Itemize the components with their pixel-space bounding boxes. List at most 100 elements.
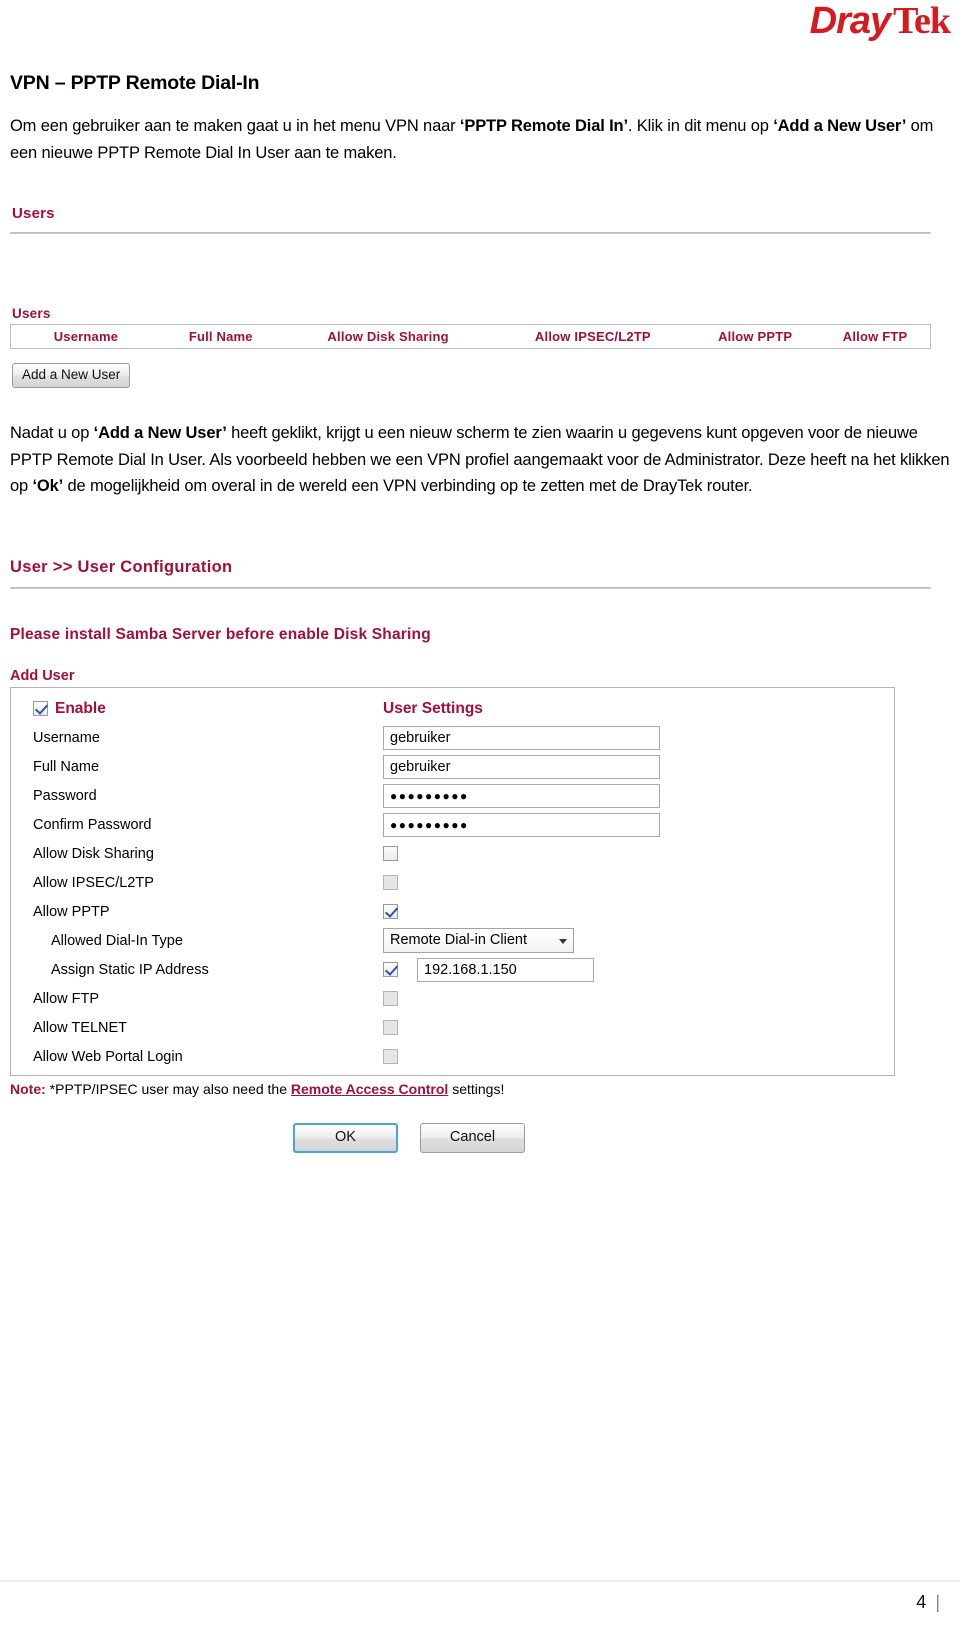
form-row-allow-web-portal-login: Allow Web Portal Login — [11, 1042, 894, 1071]
allowed-dial-in-type-label: Allowed Dial-In Type — [51, 932, 183, 949]
allow-telnet-control — [383, 1020, 417, 1035]
allow-telnet-checkbox[interactable] — [383, 1020, 398, 1035]
remote-access-control-link[interactable]: Remote Access Control — [291, 1081, 448, 1097]
enable-checkbox[interactable] — [33, 701, 48, 716]
allow-telnet-slot — [383, 1020, 417, 1035]
ok-button[interactable]: OK — [293, 1123, 398, 1154]
explanation-paragraph: Nadat u op ‘Add a New User’ heeft geklik… — [10, 420, 950, 500]
assign-static-ip-checkbox[interactable] — [383, 962, 398, 977]
footer-divider — [0, 1580, 960, 1582]
allow-telnet-label: Allow TELNET — [33, 1019, 128, 1036]
users-table: Username Full Name Allow Disk Sharing Al… — [10, 324, 931, 349]
allow-web-portal-login-slot — [383, 1049, 417, 1064]
password-control: ●●●●●●●●● — [383, 783, 660, 808]
page-number: 4 — [916, 1592, 927, 1612]
samba-warning: Please install Samba Server before enabl… — [10, 626, 431, 643]
col-full-name: Full Name — [188, 329, 253, 344]
allow-pptp-control — [383, 904, 417, 919]
allow-ftp-control — [383, 991, 417, 1006]
allow-ipsec-l2tp-label: Allow IPSEC/L2TP — [33, 874, 154, 891]
form-row-allowed-dial-in-type: Allowed Dial-In Type Remote Dial-in Clie… — [11, 926, 894, 955]
note-prefix: Note: — [10, 1081, 46, 1097]
assign-static-ip-label: Assign Static IP Address — [51, 961, 209, 978]
allowed-dial-in-type-value: Remote Dial-in Client — [390, 932, 527, 948]
add-a-new-user-button[interactable]: Add a New User — [12, 363, 131, 389]
col-allow-pptp: Allow PPTP — [718, 329, 793, 344]
breadcrumb-divider — [10, 587, 931, 589]
form-row-allow-telnet: Allow TELNET — [11, 1013, 894, 1042]
expl-seg-1: Nadat u op — [10, 424, 94, 442]
user-settings-header: User Settings — [383, 699, 483, 717]
password-input[interactable]: ●●●●●●●●● — [383, 783, 660, 808]
form-note: Note: *PPTP/IPSEC user may also need the… — [10, 1081, 935, 1097]
intro-paragraph: Om een gebruiker aan te maken gaat u in … — [10, 113, 950, 166]
form-row-full-name: Full Name gebruiker — [11, 752, 894, 781]
form-row-assign-static-ip: Assign Static IP Address 192.168.1.150 — [11, 955, 894, 984]
username-control: gebruiker — [383, 725, 660, 750]
form-row-enable: Enable User Settings — [11, 694, 894, 723]
intro-bold-1: ‘PPTP Remote Dial In’ — [459, 117, 628, 136]
chevron-down-icon — [559, 939, 567, 944]
form-row-allow-ftp: Allow FTP — [11, 984, 894, 1013]
note-text-2: settings! — [448, 1081, 505, 1097]
col-allow-ipsec-l2tp: Allow IPSEC/L2TP — [534, 329, 651, 344]
form-row-allow-ipsec-l2tp: Allow IPSEC/L2TP — [11, 868, 894, 897]
enable-label-group: Enable — [33, 700, 383, 718]
form-row-allow-disk-sharing: Allow Disk Sharing — [11, 839, 894, 868]
col-allow-disk-sharing: Allow Disk Sharing — [327, 329, 449, 344]
add-user-panel-label: Add User — [10, 668, 75, 684]
form-row-allow-pptp: Allow PPTP — [11, 897, 894, 926]
username-input[interactable]: gebruiker — [383, 725, 660, 750]
form-row-username: Username gebruiker — [11, 723, 894, 752]
allow-ftp-checkbox[interactable] — [383, 991, 398, 1006]
allow-disk-sharing-label: Allow Disk Sharing — [33, 845, 154, 862]
cancel-button[interactable]: Cancel — [420, 1123, 525, 1154]
allow-pptp-label: Allow PPTP — [33, 903, 110, 920]
col-username: Username — [53, 329, 119, 344]
enable-label: Enable — [55, 699, 106, 717]
assign-static-ip-slot — [383, 962, 417, 977]
form-button-row: OK Cancel — [10, 1123, 935, 1154]
allow-web-portal-login-control — [383, 1049, 417, 1064]
user-configuration-screenshot: User >> User Configuration Please instal… — [10, 558, 935, 1154]
page-number-bar: | — [935, 1592, 940, 1612]
password-label: Password — [33, 787, 97, 804]
allowed-dial-in-type-select[interactable]: Remote Dial-in Client — [383, 928, 574, 953]
confirm-password-control: ●●●●●●●●● — [383, 812, 660, 837]
allow-disk-sharing-checkbox[interactable] — [383, 846, 398, 861]
assign-static-ip-control: 192.168.1.150 — [383, 957, 594, 982]
allowed-dial-in-type-control: Remote Dial-in Client — [383, 928, 574, 953]
allow-ipsec-l2tp-checkbox[interactable] — [383, 875, 398, 890]
breadcrumb: User >> User Configuration — [10, 558, 233, 576]
explanation-paragraph-wrap: Nadat u op ‘Add a New User’ heeft geklik… — [10, 420, 950, 500]
allow-web-portal-login-checkbox[interactable] — [383, 1049, 398, 1064]
users-section-label: Users — [12, 306, 51, 321]
col-allow-ftp: Allow FTP — [842, 329, 908, 344]
allow-disk-sharing-control — [383, 846, 417, 861]
document-body: VPN – PPTP Remote Dial-In Om een gebruik… — [10, 0, 950, 167]
expl-bold-1: ‘Add a New User’ — [93, 424, 227, 442]
users-table-header-row: Username Full Name Allow Disk Sharing Al… — [11, 325, 930, 348]
assign-static-ip-input[interactable]: 192.168.1.150 — [417, 957, 594, 982]
form-row-password: Password ●●●●●●●●● — [11, 781, 894, 810]
expl-bold-2: ‘Ok’ — [32, 477, 64, 496]
username-label: Username — [33, 729, 100, 746]
allow-pptp-slot — [383, 904, 417, 919]
users-heading-divider — [10, 232, 931, 234]
add-user-form-panel: Enable User Settings Username gebruiker … — [10, 687, 895, 1076]
page-title: VPN – PPTP Remote Dial-In — [10, 72, 260, 94]
intro-seg-1: Om een gebruiker aan te maken gaat u in … — [10, 117, 460, 136]
allow-web-portal-login-label: Allow Web Portal Login — [33, 1048, 183, 1065]
full-name-input[interactable]: gebruiker — [383, 754, 660, 779]
full-name-control: gebruiker — [383, 754, 660, 779]
allow-pptp-checkbox[interactable] — [383, 904, 398, 919]
confirm-password-input[interactable]: ●●●●●●●●● — [383, 812, 660, 837]
allow-ftp-label: Allow FTP — [33, 990, 100, 1007]
allow-ipsec-l2tp-slot — [383, 875, 417, 890]
page-number-wrap: 4 | — [916, 1592, 940, 1613]
intro-seg-2: . Klik in dit menu op — [627, 117, 774, 136]
users-heading: Users — [12, 205, 55, 222]
users-screenshot: Users Users Username Full Name Allow Dis… — [10, 205, 935, 389]
note-text-1: *PPTP/IPSEC user may also need the — [45, 1081, 291, 1097]
confirm-password-label: Confirm Password — [33, 816, 152, 833]
